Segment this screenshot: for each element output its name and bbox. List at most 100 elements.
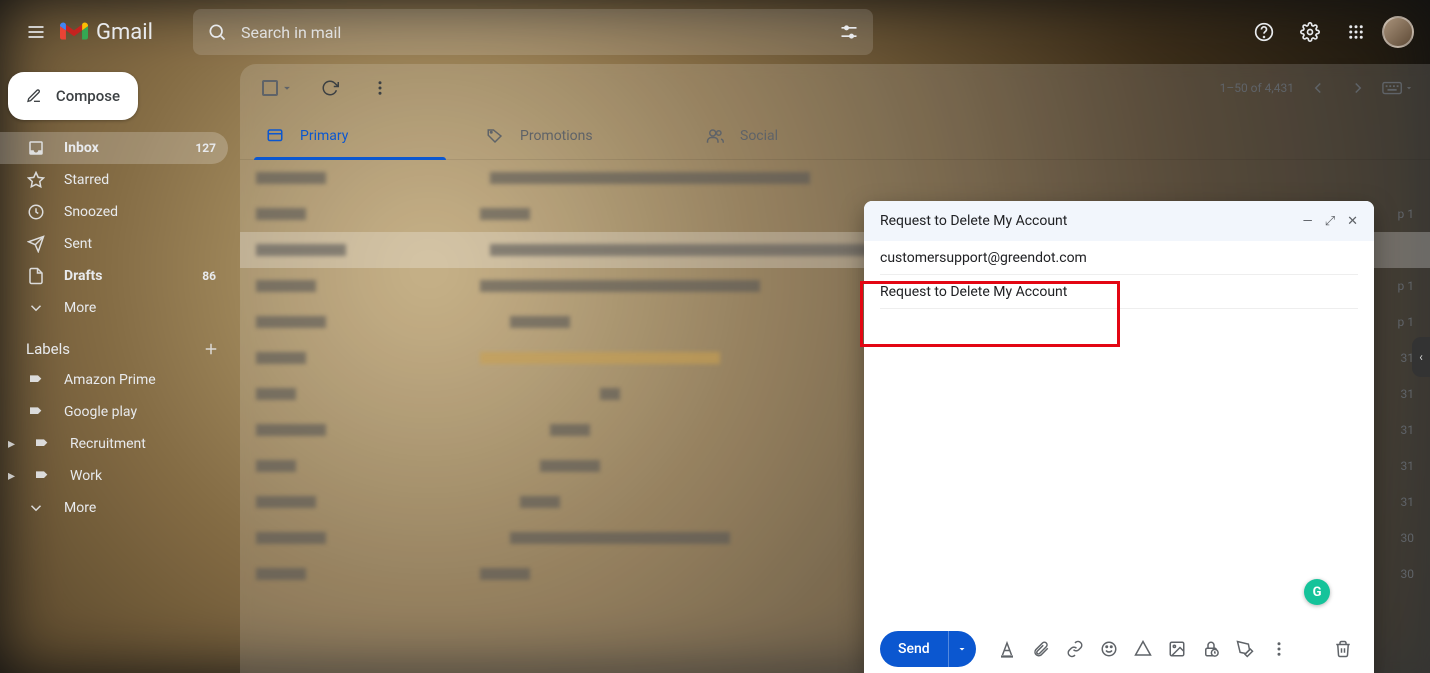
- search-options-icon[interactable]: [839, 22, 859, 42]
- label-more[interactable]: More: [0, 492, 228, 524]
- row-date: 31: [1401, 495, 1415, 509]
- label-text: Recruitment: [70, 436, 146, 452]
- apps-icon[interactable]: [1336, 12, 1376, 52]
- topbar: Gmail: [0, 0, 1430, 64]
- refresh-icon[interactable]: [310, 68, 350, 108]
- settings-icon[interactable]: [1290, 12, 1330, 52]
- compose-button[interactable]: Compose: [8, 72, 138, 120]
- tab-social[interactable]: Social: [690, 112, 910, 159]
- sidebar-item-label: Inbox: [64, 140, 99, 156]
- prev-page-icon[interactable]: [1302, 72, 1334, 104]
- tab-label: Promotions: [520, 128, 593, 144]
- select-all-checkbox[interactable]: [256, 74, 300, 102]
- inbox-count: 127: [195, 141, 216, 155]
- main-menu-icon[interactable]: [16, 12, 56, 52]
- sidebar-item-drafts[interactable]: Drafts 86: [0, 260, 228, 292]
- gmail-logo[interactable]: Gmail: [60, 20, 153, 45]
- row-date: p 1: [1398, 279, 1414, 293]
- sidebar-item-label: Starred: [64, 172, 109, 188]
- compose-header[interactable]: Request to Delete My Account — ⤢ ✕: [864, 201, 1374, 241]
- account-avatar[interactable]: [1382, 16, 1414, 48]
- label-text: Amazon Prime: [64, 372, 156, 388]
- next-page-icon[interactable]: [1342, 72, 1374, 104]
- emoji-icon[interactable]: [1094, 634, 1124, 664]
- row-date: 31: [1401, 423, 1415, 437]
- row-date: 31: [1401, 459, 1415, 473]
- mail-toolbar: 1–50 of 4,431: [240, 64, 1430, 112]
- support-icon[interactable]: [1244, 12, 1284, 52]
- send-icon: [26, 235, 46, 253]
- star-icon: [26, 171, 46, 189]
- drafts-count: 86: [202, 269, 216, 283]
- sidebar-item-label: Sent: [64, 236, 92, 252]
- fullscreen-icon[interactable]: ⤢: [1325, 214, 1335, 229]
- row-date: 30: [1401, 531, 1415, 545]
- tag-icon: [32, 468, 52, 484]
- compose-title: Request to Delete My Account: [880, 213, 1067, 229]
- sidebar-item-sent[interactable]: Sent: [0, 228, 228, 260]
- compose-subject-field[interactable]: [880, 275, 1358, 309]
- sidebar-item-label: More: [64, 300, 96, 316]
- label-text: Work: [70, 468, 102, 484]
- row-date: 30: [1401, 567, 1415, 581]
- discard-icon[interactable]: [1328, 634, 1358, 664]
- compose-to-field[interactable]: [880, 241, 1358, 275]
- label-work[interactable]: ▸ Work: [0, 460, 228, 492]
- sidebar-item-label: Drafts: [64, 268, 102, 284]
- compose-footer: Send: [864, 625, 1374, 673]
- drive-icon[interactable]: [1128, 634, 1158, 664]
- row-date: p 1: [1398, 207, 1414, 221]
- label-amazon-prime[interactable]: Amazon Prime: [0, 364, 228, 396]
- expand-arrow-icon[interactable]: ▸: [8, 468, 18, 484]
- side-panel-toggle[interactable]: ‹: [1412, 337, 1430, 377]
- chevron-down-icon: [26, 499, 46, 517]
- to-input[interactable]: [880, 250, 1358, 266]
- label-recruitment[interactable]: ▸ Recruitment: [0, 428, 228, 460]
- sidebar-item-more[interactable]: More: [0, 292, 228, 324]
- label-text: More: [64, 500, 96, 516]
- tab-label: Primary: [300, 128, 348, 144]
- grammarly-icon[interactable]: G: [1304, 579, 1330, 605]
- compose-body[interactable]: [880, 315, 1358, 619]
- send-button[interactable]: Send: [880, 631, 948, 667]
- search-icon[interactable]: [207, 22, 227, 42]
- format-text-icon[interactable]: [992, 634, 1022, 664]
- tab-promotions[interactable]: Promotions: [470, 112, 690, 159]
- tab-label: Social: [740, 128, 778, 144]
- more-icon[interactable]: [360, 68, 400, 108]
- attach-icon[interactable]: [1026, 634, 1056, 664]
- row-date: p 1: [1398, 315, 1414, 329]
- add-label-icon[interactable]: [202, 340, 220, 358]
- tab-primary[interactable]: Primary: [250, 112, 470, 159]
- sidebar-item-inbox[interactable]: Inbox 127: [0, 132, 228, 164]
- inbox-icon: [26, 139, 46, 157]
- compose-label: Compose: [56, 87, 120, 105]
- expand-arrow-icon[interactable]: ▸: [8, 436, 18, 452]
- image-icon[interactable]: [1162, 634, 1192, 664]
- sidebar-item-snoozed[interactable]: Snoozed: [0, 196, 228, 228]
- close-icon[interactable]: ✕: [1347, 214, 1358, 229]
- compose-dialog: Request to Delete My Account — ⤢ ✕: [864, 201, 1374, 673]
- signature-icon[interactable]: [1230, 634, 1260, 664]
- file-icon: [26, 267, 46, 285]
- mail-row[interactable]: [240, 160, 1430, 196]
- pagination-range: 1–50 of 4,431: [1220, 81, 1294, 95]
- sidebar-item-starred[interactable]: Starred: [0, 164, 228, 196]
- label-google-play[interactable]: Google play: [0, 396, 228, 428]
- subject-input[interactable]: [880, 284, 1358, 300]
- search-bar[interactable]: [193, 9, 873, 55]
- confidential-icon[interactable]: [1196, 634, 1226, 664]
- labels-title: Labels: [26, 340, 70, 358]
- search-input[interactable]: [241, 23, 825, 42]
- more-options-icon[interactable]: [1264, 634, 1294, 664]
- mail-panel: 1–50 of 4,431 Primary Promotions Social: [240, 64, 1430, 673]
- minimize-icon[interactable]: —: [1303, 214, 1313, 229]
- send-more-icon[interactable]: [948, 631, 976, 667]
- labels-header: Labels: [0, 324, 240, 364]
- input-tools-icon[interactable]: [1382, 72, 1414, 104]
- sidebar-item-label: Snoozed: [64, 204, 118, 220]
- inbox-tabs: Primary Promotions Social: [240, 112, 1430, 160]
- tag-icon: [26, 404, 46, 420]
- link-icon[interactable]: [1060, 634, 1090, 664]
- tag-icon: [32, 436, 52, 452]
